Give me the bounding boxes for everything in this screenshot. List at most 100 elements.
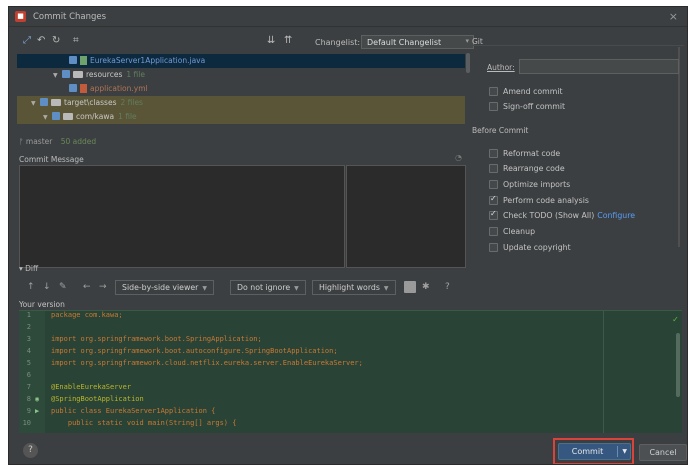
line-number: 4 — [26, 347, 31, 355]
tree-checkbox[interactable] — [62, 70, 70, 78]
ignore-value: Do not ignore — [237, 283, 291, 292]
commit-message-side-panel[interactable] — [346, 165, 466, 268]
window-title: Commit Changes — [33, 12, 107, 22]
before-commit-label: Before Commit — [472, 126, 529, 135]
run-icon[interactable]: ▶ — [35, 405, 39, 417]
tree-item-resources[interactable]: ▼ resources 1 file — [17, 68, 465, 82]
cleanup-checkbox[interactable]: Cleanup — [489, 227, 535, 236]
java-file-icon — [80, 56, 87, 65]
help-icon[interactable]: ? — [445, 282, 450, 292]
diff-editor[interactable]: ✓ 1 package com.kawa; 2 3 import org.sprin… — [19, 310, 682, 433]
tree-checkbox[interactable] — [52, 112, 60, 120]
option-label: Reformat code — [503, 149, 561, 158]
checkbox-box[interactable] — [489, 243, 498, 252]
commit-button-highlight: Commit ▼ — [553, 438, 634, 464]
rearrange-code-checkbox[interactable]: Rearrange code — [489, 164, 565, 173]
expand-arrow-icon[interactable]: ▼ — [53, 69, 62, 83]
app-icon: ■ — [15, 11, 26, 22]
commit-message-input[interactable] — [19, 165, 345, 268]
option-label: Check TODO (Show All) — [503, 211, 595, 220]
checkbox-box[interactable] — [489, 164, 498, 173]
option-label: Perform code analysis — [503, 196, 589, 205]
tree-checkbox[interactable] — [69, 84, 77, 92]
line-number: 3 — [26, 335, 31, 343]
checkbox-box[interactable] — [489, 149, 498, 158]
refresh-icon[interactable]: ↻ — [52, 35, 60, 46]
title-bar: ■ Commit Changes × — [9, 7, 687, 27]
tree-item-yml-file[interactable]: application.yml — [17, 82, 465, 96]
commit-button[interactable]: Commit ▼ — [558, 443, 631, 460]
collapse-arrow-icon[interactable]: ▾ — [19, 264, 23, 273]
line-number: 7 — [26, 383, 31, 391]
checkbox-box[interactable] — [489, 194, 498, 205]
chevron-down-icon: ▾ — [465, 37, 469, 45]
tree-item-label: EurekaServer1Application.java — [90, 56, 206, 65]
arrow-right-icon[interactable]: → — [99, 282, 107, 292]
tree-item-java-file[interactable]: EurekaServer1Application.java — [17, 54, 465, 68]
code-text: public class EurekaServer1Application { — [51, 407, 216, 415]
expand-arrow-icon[interactable]: ▼ — [43, 111, 52, 125]
viewer-select[interactable]: Side-by-side viewer ▼ — [115, 280, 214, 295]
collapse-icon[interactable]: ⇈ — [284, 35, 292, 46]
branch-icon: ᚠ — [19, 137, 24, 146]
changelist-value: Default Changelist — [367, 38, 442, 47]
option-label: Rearrange code — [503, 164, 565, 173]
editor-scrollbar[interactable] — [676, 333, 680, 397]
commit-split-divider — [617, 446, 618, 457]
tree-checkbox[interactable] — [69, 56, 77, 64]
optimize-imports-checkbox[interactable]: Optimize imports — [489, 180, 570, 189]
configure-link[interactable]: Configure — [597, 211, 635, 220]
changelist-select[interactable]: Default Changelist ▾ — [361, 35, 474, 49]
undo-icon[interactable]: ↶ — [37, 35, 45, 46]
arrow-icon[interactable]: ⤢ — [23, 35, 31, 46]
options-scrollbar[interactable] — [678, 47, 680, 247]
update-copyright-checkbox[interactable]: Update copyright — [489, 243, 571, 252]
line-number: 9 — [26, 407, 31, 415]
arrow-left-icon[interactable]: ← — [83, 282, 91, 292]
checkbox-box[interactable] — [489, 180, 498, 189]
history-icon[interactable]: ◔ — [455, 153, 462, 162]
diff-section-header[interactable]: ▾ Diff — [19, 264, 38, 273]
highlight-value: Highlight words — [319, 283, 380, 292]
code-line: 10 public static void main(String[] args… — [19, 417, 619, 429]
expand-icon[interactable]: ⇊ — [267, 35, 275, 46]
tree-item-target-classes[interactable]: ▼ target\classes 2 files — [17, 96, 465, 110]
expand-arrow-icon[interactable]: ▼ — [31, 97, 40, 111]
check-todo-checkbox[interactable]: Check TODO (Show All)Configure — [489, 209, 635, 220]
checkbox-box[interactable] — [489, 227, 498, 236]
perform-code-analysis-checkbox[interactable]: Perform code analysis — [489, 194, 589, 205]
gear-icon[interactable]: ✱ — [422, 282, 430, 292]
tree-item-label: target\classes — [64, 98, 117, 107]
changes-tree: EurekaServer1Application.java ▼ resources… — [17, 54, 465, 132]
tree-checkbox[interactable] — [40, 98, 48, 106]
ignore-select[interactable]: Do not ignore ▼ — [230, 280, 306, 295]
tree-scrollbar[interactable] — [466, 53, 470, 73]
highlight-select[interactable]: Highlight words ▼ — [312, 280, 396, 295]
sync-scroll-icon[interactable] — [404, 281, 416, 293]
tree-item-com-kawa[interactable]: ▼ com/kawa 1 file — [17, 110, 465, 124]
changelist-label: Changelist: — [315, 38, 361, 47]
code-line: 6 — [19, 369, 619, 381]
checkbox-box[interactable] — [489, 209, 498, 220]
line-number: 6 — [26, 371, 31, 379]
reformat-code-checkbox[interactable]: Reformat code — [489, 149, 560, 158]
checkbox-box[interactable] — [489, 102, 498, 111]
option-label: Amend commit — [503, 87, 563, 96]
file-count: 2 files — [120, 98, 143, 107]
bean-icon[interactable]: ◉ — [35, 393, 39, 405]
close-icon[interactable]: × — [669, 10, 678, 23]
arrow-down-icon[interactable]: ↓ — [43, 282, 51, 292]
checkbox-box[interactable] — [489, 87, 498, 96]
cancel-button[interactable]: Cancel — [639, 444, 687, 461]
sign-off-commit-checkbox[interactable]: Sign-off commit — [489, 102, 565, 111]
help-button[interactable]: ? — [23, 443, 38, 458]
author-input[interactable] — [519, 59, 679, 74]
option-label: Sign-off commit — [503, 102, 566, 111]
code-line: 2 — [19, 321, 619, 333]
chevron-down-icon[interactable]: ▼ — [622, 444, 627, 459]
edit-icon[interactable]: ✎ — [59, 282, 67, 292]
commit-message-label: Commit Message — [19, 155, 84, 164]
arrow-up-icon[interactable]: ↑ — [27, 282, 35, 292]
amend-commit-checkbox[interactable]: Amend commit — [489, 87, 563, 96]
group-icon[interactable]: ⌗ — [73, 35, 79, 46]
